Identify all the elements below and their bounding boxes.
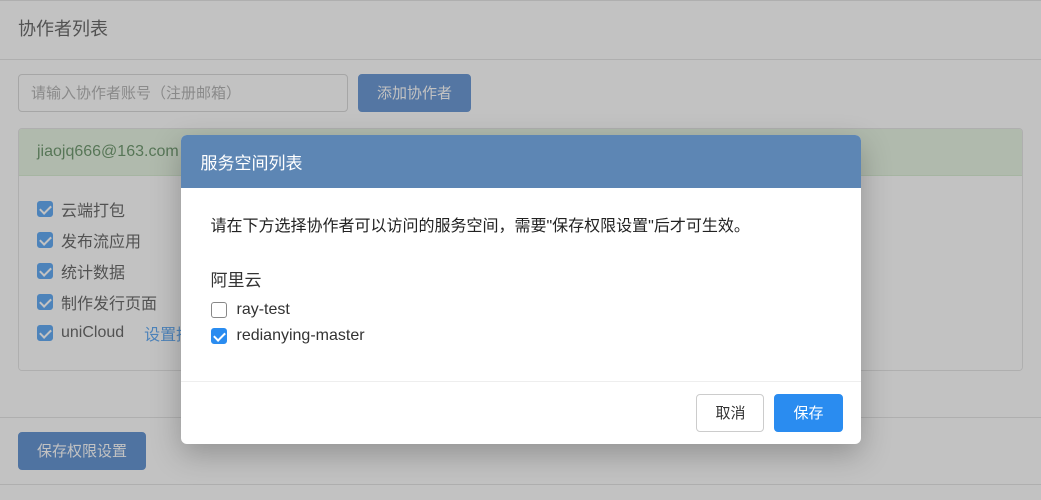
modal-title: 服务空间列表 [181,135,861,188]
checkbox-icon[interactable] [211,302,227,318]
space-name: ray-test [237,301,290,319]
space-item-ray-test[interactable]: ray-test [211,301,831,319]
modal-footer: 取消 保存 [181,381,861,444]
modal-overlay[interactable]: 服务空间列表 请在下方选择协作者可以访问的服务空间，需要"保存权限设置"后才可生… [0,0,1041,500]
provider-name: 阿里云 [211,266,831,291]
space-name: redianying-master [237,327,365,345]
space-item-redianying-master[interactable]: redianying-master [211,327,831,345]
modal-description: 请在下方选择协作者可以访问的服务空间，需要"保存权限设置"后才可生效。 [211,212,831,236]
checkbox-icon[interactable] [211,328,227,344]
modal-body: 请在下方选择协作者可以访问的服务空间，需要"保存权限设置"后才可生效。 阿里云 … [181,188,861,381]
save-button[interactable]: 保存 [774,394,842,432]
service-space-modal: 服务空间列表 请在下方选择协作者可以访问的服务空间，需要"保存权限设置"后才可生… [181,135,861,444]
cancel-button[interactable]: 取消 [696,394,764,432]
